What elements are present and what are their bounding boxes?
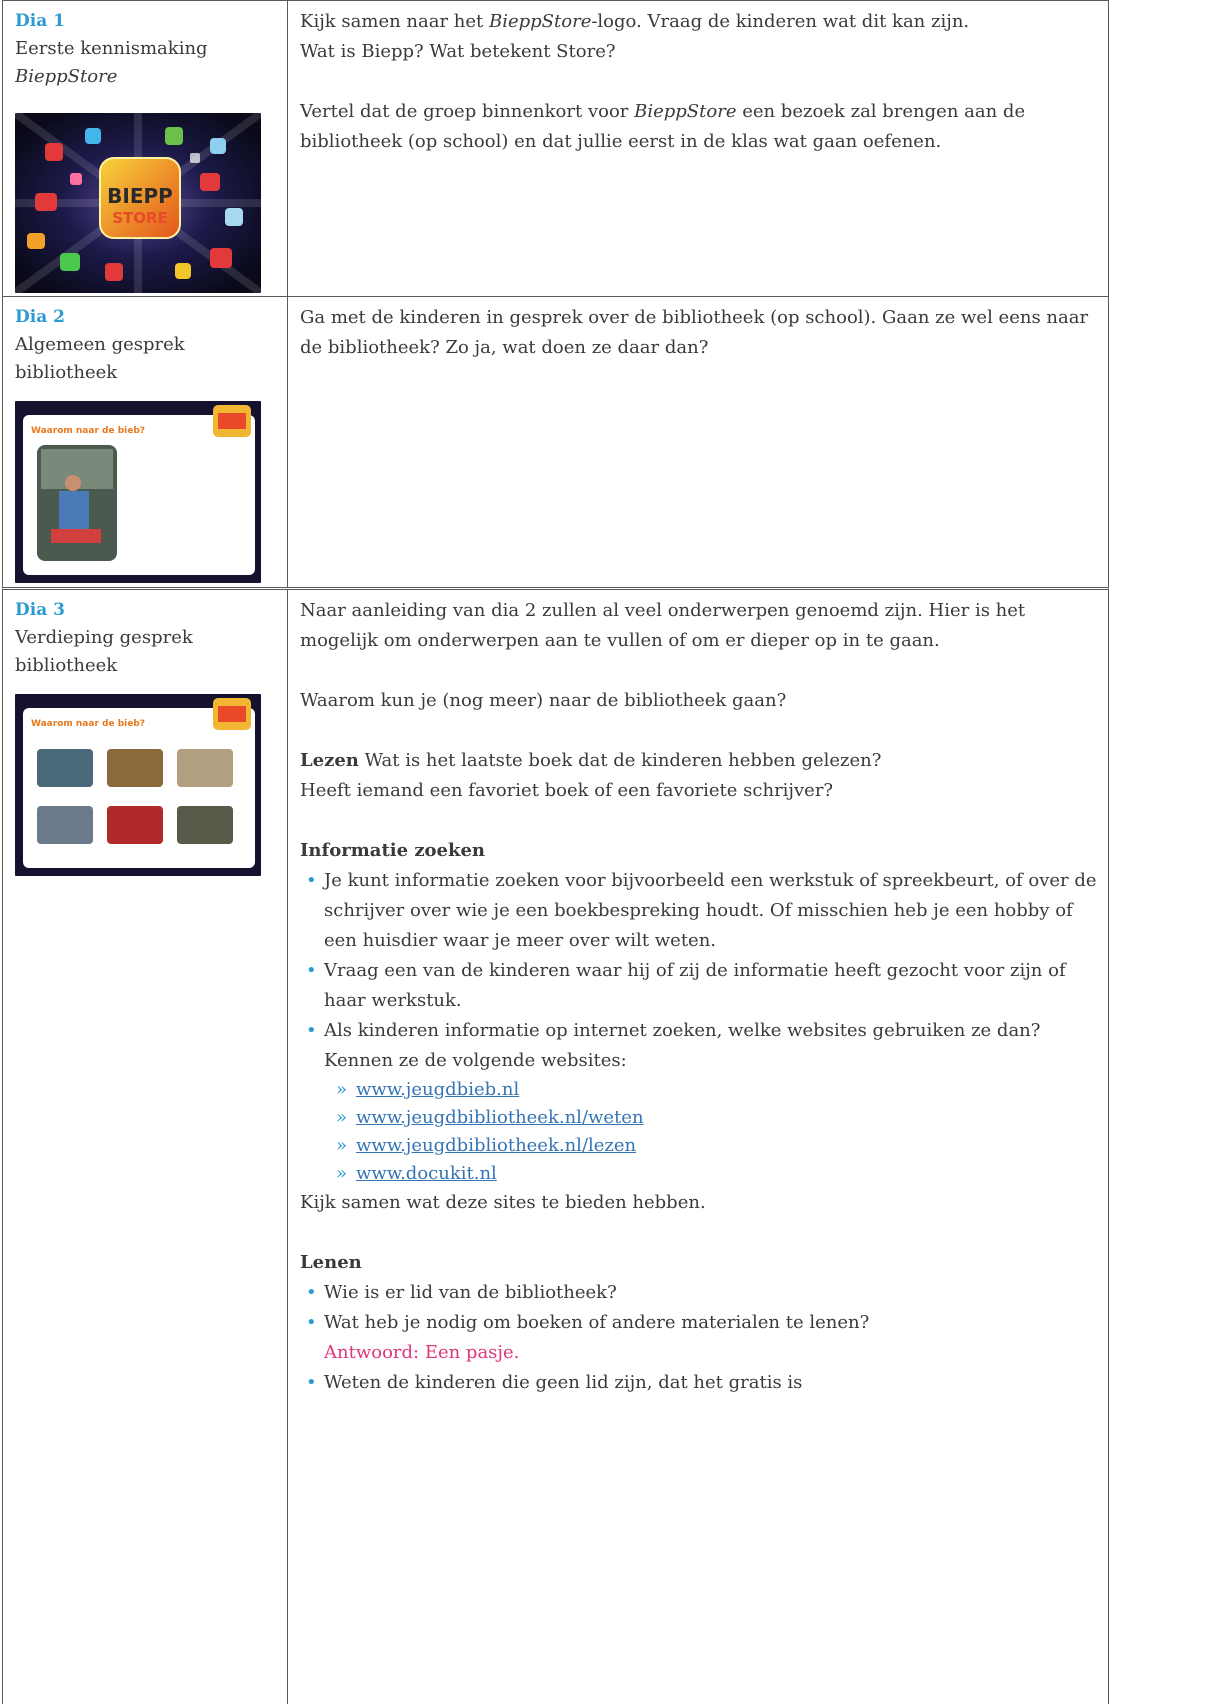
dia-3-question: Waarom kun je (nog meer) naar de bibliot… bbox=[300, 690, 787, 711]
dia-3-intro: Naar aanleiding van dia 2 zullen al veel… bbox=[300, 600, 1026, 651]
dia-2-paragraph-1: Ga met de kinderen in gesprek over de bi… bbox=[300, 307, 1089, 358]
dia-2-content-cell: Ga met de kinderen in gesprek over de bi… bbox=[288, 297, 1108, 587]
slide-title: Waarom naar de bieb? bbox=[31, 719, 145, 729]
logo-text-biepp: BIEPP bbox=[107, 184, 173, 208]
dia-2-label-cell: Dia 2 Algemeen gesprek bibliotheek Waarom… bbox=[3, 297, 288, 587]
list-item: www.jeugdbibliotheek.nl/lezen bbox=[300, 1132, 1098, 1160]
list-item: Weten de kinderen die geen lid zijn, dat… bbox=[300, 1368, 1098, 1398]
lezen-paragraph: Lezen Wat is het laatste boek dat de kin… bbox=[300, 750, 882, 801]
dia-number: Dia 2 bbox=[15, 307, 65, 327]
list-item: Je kunt informatie zoeken voor bijvoorbe… bbox=[300, 866, 1098, 956]
link-jeugdbibliotheek-lezen[interactable]: www.jeugdbibliotheek.nl/lezen bbox=[356, 1135, 636, 1156]
website-link-list: www.jeugdbieb.nl www.jeugdbibliotheek.nl… bbox=[300, 1076, 1098, 1188]
dia-3-label-cell: Dia 3 Verdieping gesprek bibliotheek Waar… bbox=[3, 590, 288, 1704]
dia-1-content-cell: Kijk samen naar het BieppStore-logo. Vra… bbox=[288, 1, 1108, 296]
logo-text-store: STORE bbox=[112, 209, 168, 227]
link-jeugdbibliotheek-weten[interactable]: www.jeugdbibliotheek.nl/weten bbox=[356, 1107, 644, 1128]
info-bullet-list: Je kunt informatie zoeken voor bijvoorbe… bbox=[300, 866, 1098, 1188]
dia-1-paragraph-1: Kijk samen naar het BieppStore-logo. Vra… bbox=[300, 11, 970, 62]
list-item: www.docukit.nl bbox=[300, 1160, 1098, 1188]
dia-1-paragraph-2: Vertel dat de groep binnenkort voor Biep… bbox=[300, 101, 1026, 152]
slide-3-thumbnail: Waarom naar de bieb? bbox=[15, 694, 261, 876]
dia-title: Algemeen gesprek bibliotheek bbox=[15, 334, 185, 383]
bieppstore-logo-image: BIEPP STORE bbox=[15, 113, 261, 293]
list-item: www.jeugdbibliotheek.nl/weten bbox=[300, 1104, 1098, 1132]
slide-2-thumbnail: Waarom naar de bieb? bbox=[15, 401, 261, 583]
list-item: Vraag een van de kinderen waar hij of zi… bbox=[300, 956, 1098, 1016]
table-row-dia-3: Dia 3 Verdieping gesprek bibliotheek Waar… bbox=[2, 587, 1109, 1704]
list-item: Als kinderen informatie op internet zoek… bbox=[300, 1016, 1098, 1188]
table-row-dia-1: Dia 1 Eerste kennismaking BieppStore BIE… bbox=[2, 0, 1109, 297]
list-item: www.jeugdbieb.nl bbox=[300, 1076, 1098, 1104]
link-jeugdbieb[interactable]: www.jeugdbieb.nl bbox=[356, 1079, 519, 1100]
list-item: Wat heb je nodig om boeken of andere mat… bbox=[300, 1308, 1098, 1368]
lenen-heading: Lenen bbox=[300, 1252, 362, 1273]
dia-title: Eerste kennismaking BieppStore bbox=[15, 38, 208, 87]
after-links-text: Kijk samen wat deze sites te bieden hebb… bbox=[300, 1192, 706, 1213]
info-heading: Informatie zoeken bbox=[300, 840, 486, 861]
link-docukit[interactable]: www.docukit.nl bbox=[356, 1163, 497, 1184]
dia-number: Dia 1 bbox=[15, 11, 65, 31]
dia-title: Verdieping gesprek bibliotheek bbox=[15, 627, 193, 676]
table-row-dia-2: Dia 2 Algemeen gesprek bibliotheek Waarom… bbox=[2, 296, 1109, 588]
dia-1-label-cell: Dia 1 Eerste kennismaking BieppStore BIE… bbox=[3, 1, 288, 296]
dia-3-content-cell: Naar aanleiding van dia 2 zullen al veel… bbox=[288, 590, 1108, 1704]
dia-number: Dia 3 bbox=[15, 600, 65, 620]
slide-title: Waarom naar de bieb? bbox=[31, 426, 145, 436]
lenen-bullet-list: Wie is er lid van de bibliotheek? Wat he… bbox=[300, 1278, 1098, 1398]
list-item: Wie is er lid van de bibliotheek? bbox=[300, 1278, 1098, 1308]
answer-text: Antwoord: Een pasje. bbox=[324, 1342, 520, 1363]
